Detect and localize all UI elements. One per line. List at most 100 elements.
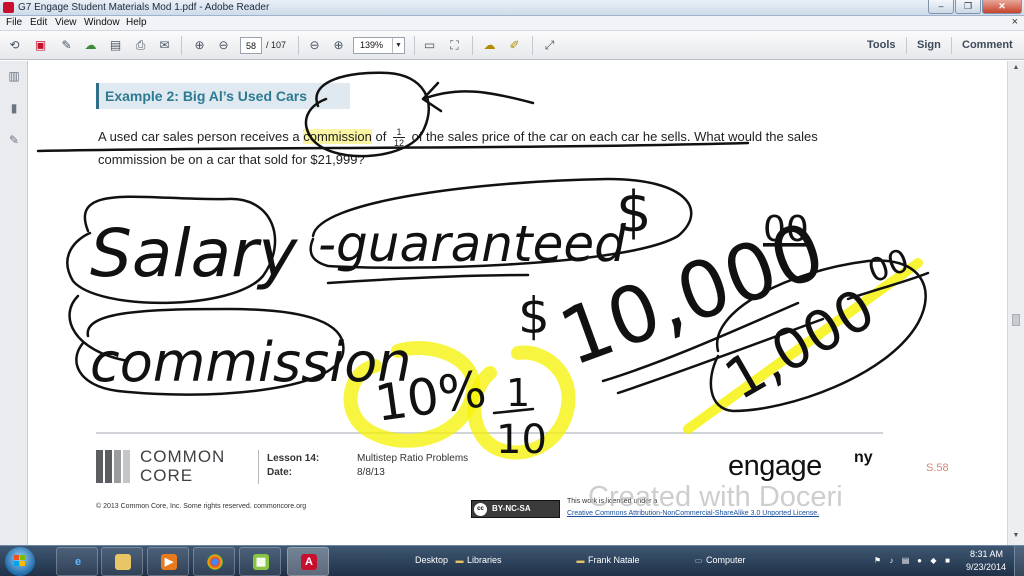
- close-document-icon[interactable]: ×: [1012, 16, 1018, 28]
- apps-grid-icon: ▦: [253, 554, 269, 570]
- full-screen-icon[interactable]: ⛶: [446, 37, 463, 53]
- menu-edit[interactable]: Edit: [30, 17, 47, 28]
- sticky-note-icon[interactable]: ☁: [481, 37, 498, 53]
- ink-commission: commission: [90, 331, 411, 394]
- start-button[interactable]: [5, 547, 35, 576]
- window-controls: – ❐ ✕: [928, 0, 1022, 15]
- logo-tile: [14, 561, 19, 566]
- ink-dollar-1: $: [616, 180, 652, 245]
- scroll-down-icon[interactable]: ▼: [1011, 532, 1021, 542]
- menu-bar: File Edit View Window Help ×: [0, 16, 1024, 31]
- page-thumbnails-icon[interactable]: ▥: [7, 69, 21, 83]
- page-total: / 107: [266, 40, 287, 50]
- chrome-icon: [207, 554, 223, 570]
- flag-icon[interactable]: ⚑: [873, 556, 882, 565]
- ink-arrow: [421, 81, 535, 113]
- ink-underline-guaranteed: [326, 273, 530, 285]
- page-number-input[interactable]: [240, 37, 262, 54]
- media-player-taskbar-button[interactable]: ▶: [147, 547, 189, 576]
- window-title: G7 Engage Student Materials Mod 1.pdf - …: [18, 2, 270, 13]
- zoom-value: 139%: [360, 40, 384, 50]
- previous-page-icon[interactable]: ⊕: [191, 37, 208, 53]
- tools-pane-button[interactable]: Tools: [867, 39, 896, 51]
- user-folder-icon: ▬: [576, 556, 585, 565]
- ink-underline-sentence: [36, 141, 750, 153]
- logo-tile: [14, 555, 19, 560]
- scroll-up-icon[interactable]: ▲: [1011, 64, 1021, 74]
- clock-date[interactable]: 9/23/2014: [966, 562, 1006, 572]
- scrollbar-thumb[interactable]: [1012, 314, 1020, 326]
- file-explorer-taskbar-button[interactable]: [101, 547, 143, 576]
- attachments-icon[interactable]: ✎: [7, 133, 21, 147]
- cloud-upload-icon[interactable]: ☁: [82, 37, 99, 53]
- next-page-icon[interactable]: ⊖: [215, 37, 232, 53]
- tray-app-icon[interactable]: ◆: [929, 556, 938, 565]
- navigation-pane: ▥ ▮ ✎: [0, 61, 28, 545]
- folder-icon: [115, 554, 131, 570]
- ink-frac-num: 1: [506, 371, 530, 415]
- logo-tile: [20, 561, 25, 566]
- title-bar: G7 Engage Student Materials Mod 1.pdf - …: [0, 0, 1024, 16]
- document-page[interactable]: Example 2: Big Al’s Used Cars A used car…: [28, 61, 1007, 545]
- toolbar-divider: [906, 37, 907, 54]
- print-icon[interactable]: ⎙: [132, 37, 149, 53]
- handwriting-layer: Salary -guaranteed $ commission $ 10,000…: [36, 71, 930, 463]
- restore-button[interactable]: ❐: [955, 0, 981, 14]
- zoom-in-icon[interactable]: ⊕: [330, 37, 347, 53]
- tray-app-icon[interactable]: ■: [943, 556, 952, 565]
- create-pdf-icon[interactable]: ▣: [32, 37, 49, 53]
- toolbar-divider: [951, 37, 952, 54]
- menu-file[interactable]: File: [6, 17, 22, 28]
- computer-label[interactable]: Computer: [706, 555, 746, 565]
- apps-taskbar-button[interactable]: ▦: [239, 547, 281, 576]
- show-desktop-button[interactable]: [1014, 546, 1024, 576]
- email-icon[interactable]: ✉: [156, 37, 173, 53]
- logo-tile: [20, 555, 25, 560]
- windows-taskbar: e ▶ ▦ A Desktop ▬ Libraries ▬ Frank Nata…: [0, 545, 1024, 576]
- close-button[interactable]: ✕: [982, 0, 1022, 14]
- expand-icon[interactable]: ⤢: [541, 37, 558, 53]
- ink-circle-commission: [304, 71, 430, 158]
- adobe-reader-taskbar-button[interactable]: A: [287, 547, 329, 576]
- toolbar-divider: [181, 36, 182, 55]
- ink-guaranteed: -guaranteed: [318, 215, 626, 273]
- bookmarks-icon[interactable]: ▮: [7, 101, 21, 115]
- libraries-label[interactable]: Libraries: [467, 555, 502, 565]
- media-player-icon: ▶: [161, 554, 177, 570]
- tray-app-icon[interactable]: ●: [915, 556, 924, 565]
- highlight-icon[interactable]: ✐: [506, 37, 523, 53]
- toolbar-divider: [414, 36, 415, 55]
- save-icon[interactable]: ▤: [107, 37, 124, 53]
- fit-page-icon[interactable]: ▭: [421, 37, 438, 53]
- desktop-toolbar-label[interactable]: Desktop: [415, 555, 448, 565]
- edit-icon[interactable]: ✎: [58, 37, 75, 53]
- internet-explorer-taskbar-button[interactable]: e: [56, 547, 98, 576]
- zoom-out-icon[interactable]: ⊖: [306, 37, 323, 53]
- open-icon[interactable]: ⟲: [6, 37, 23, 53]
- ink-dollar-2: $: [518, 287, 550, 345]
- toolbar-divider: [532, 36, 533, 55]
- menu-window[interactable]: Window: [84, 17, 120, 28]
- doceri-watermark: Created with Doceri: [588, 481, 843, 513]
- computer-icon: ▭: [694, 556, 703, 565]
- toolbar-divider: [298, 36, 299, 55]
- chrome-taskbar-button[interactable]: [193, 547, 235, 576]
- vertical-scrollbar[interactable]: ▲ ▼: [1007, 61, 1024, 545]
- minimize-button[interactable]: –: [928, 0, 954, 14]
- ink-amount-cents: 00: [763, 209, 809, 250]
- windows-logo-icon: [14, 555, 26, 567]
- comment-pane-button[interactable]: Comment: [962, 39, 1013, 51]
- volume-icon[interactable]: ♪: [887, 556, 896, 565]
- adobe-reader-icon: [3, 2, 14, 13]
- toolbar-divider: [472, 36, 473, 55]
- adobe-reader-icon: A: [301, 554, 317, 570]
- libraries-icon: ▬: [455, 556, 464, 565]
- menu-view[interactable]: View: [55, 17, 77, 28]
- chevron-down-icon[interactable]: ▼: [392, 38, 404, 53]
- network-icon[interactable]: ▤: [901, 556, 910, 565]
- clock-time[interactable]: 8:31 AM: [970, 549, 1003, 559]
- zoom-select[interactable]: 139% ▼: [353, 37, 405, 54]
- menu-help[interactable]: Help: [126, 17, 147, 28]
- user-folder-label[interactable]: Frank Natale: [588, 555, 640, 565]
- sign-pane-button[interactable]: Sign: [917, 39, 941, 51]
